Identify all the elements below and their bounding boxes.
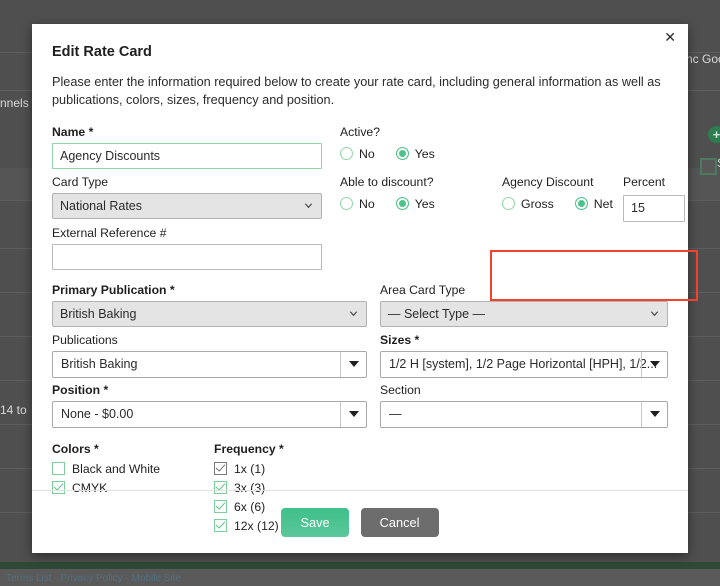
agency-discount-radio-gross[interactable] xyxy=(502,197,515,211)
background-checkbox[interactable] xyxy=(700,158,717,175)
sizes-label: Sizes * xyxy=(380,332,420,347)
position-label: Position * xyxy=(52,382,109,397)
background-sync-label: nc Goog xyxy=(686,52,720,66)
list-item[interactable]: 1x (1) xyxy=(214,462,284,476)
active-option-yes-label: Yes xyxy=(414,146,435,161)
page-footer: Terms List · Privacy Policy · Mobile Sit… xyxy=(0,562,720,586)
section-value: — xyxy=(389,407,402,422)
background-channels-label: nnels xyxy=(0,96,29,110)
caret-down-icon xyxy=(349,361,359,368)
publications-field-group: Publications British Baking xyxy=(52,333,367,378)
checkbox-black-and-white[interactable] xyxy=(52,462,65,476)
sizes-field-group: Sizes * 1/2 H [system], 1/2 Page Horizon… xyxy=(380,333,668,378)
caret-down-icon xyxy=(349,411,359,418)
modal-description: Please enter the information required be… xyxy=(52,75,661,108)
cancel-button[interactable]: Cancel xyxy=(360,507,439,537)
checkbox-1x[interactable] xyxy=(214,462,227,476)
agency-discount-option-net-label: Net xyxy=(593,196,613,211)
active-option-no-label: No xyxy=(359,146,375,161)
publication-section: Primary Publication * British Baking Are… xyxy=(52,283,668,438)
close-icon[interactable]: ✕ xyxy=(664,31,676,45)
agency-discount-label: Agency Discount xyxy=(502,174,594,189)
modal-footer: Save Cancel xyxy=(32,490,688,553)
able-to-discount-field-group: Able to discount? No Yes xyxy=(340,175,435,211)
area-card-type-label: Area Card Type xyxy=(380,282,466,297)
primary-publication-label: Primary Publication * xyxy=(52,282,175,297)
area-card-type-field-group: Area Card Type — Select Type — xyxy=(380,283,668,327)
position-field-group: Position * None - $0.00 xyxy=(52,383,367,428)
agency-discount-option-gross-label: Gross xyxy=(521,196,554,211)
position-select[interactable]: None - $0.00 xyxy=(52,400,367,428)
area-card-type-value: — Select Type — xyxy=(388,306,486,321)
section-field-group: Section — xyxy=(380,383,668,428)
caret-down-icon xyxy=(650,411,660,418)
footer-links[interactable]: Terms List · Privacy Policy · Mobile Sit… xyxy=(6,573,181,584)
publications-label: Publications xyxy=(52,332,118,347)
percent-field-group: Percent xyxy=(623,175,685,222)
area-card-type-select[interactable]: — Select Type — xyxy=(380,300,668,327)
section-label: Section xyxy=(380,382,421,397)
select-divider xyxy=(641,401,642,427)
sizes-value: 1/2 H [system], 1/2 Page Horizontal [HPH… xyxy=(389,357,658,372)
card-type-value: National Rates xyxy=(60,198,142,213)
external-reference-field-group: External Reference # xyxy=(52,226,322,270)
select-divider xyxy=(340,351,341,377)
position-value: None - $0.00 xyxy=(61,407,134,422)
able-to-discount-option-no-label: No xyxy=(359,196,375,211)
publications-value: British Baking xyxy=(61,357,138,372)
footer-accent-bar xyxy=(0,562,720,569)
external-reference-label: External Reference # xyxy=(52,225,167,240)
percent-input[interactable] xyxy=(623,194,685,222)
colors-label: Colors * xyxy=(52,441,99,456)
general-info-section: Name * Active? No Yes Card Type National xyxy=(52,125,698,301)
checkbox-label: Black and White xyxy=(72,461,161,476)
name-label: Name * xyxy=(52,124,94,139)
modal-body: Edit Rate Card Please enter the informat… xyxy=(32,24,698,533)
section-select[interactable]: — xyxy=(380,400,668,428)
select-divider xyxy=(641,351,642,377)
publications-select[interactable]: British Baking xyxy=(52,350,367,378)
frequency-label: Frequency * xyxy=(214,441,284,456)
card-type-label: Card Type xyxy=(52,174,109,189)
able-to-discount-label: Able to discount? xyxy=(340,174,434,189)
able-to-discount-radio-group: No Yes xyxy=(340,197,435,211)
chevron-down-icon xyxy=(304,203,313,209)
active-radio-group: No Yes xyxy=(340,147,435,161)
active-radio-yes[interactable] xyxy=(395,147,409,161)
checkbox-label: 1x (1) xyxy=(234,461,266,476)
select-divider xyxy=(340,401,341,427)
edit-rate-card-modal: ✕ Edit Rate Card Please enter the inform… xyxy=(32,24,698,553)
agency-discount-radio-net[interactable] xyxy=(574,197,588,211)
caret-down-icon xyxy=(650,361,660,368)
active-label: Active? xyxy=(340,124,380,139)
card-type-select[interactable]: National Rates xyxy=(52,192,322,219)
primary-publication-select[interactable]: British Baking xyxy=(52,300,367,327)
name-input[interactable] xyxy=(52,142,322,169)
card-type-field-group: Card Type National Rates xyxy=(52,175,322,219)
active-field-group: Active? No Yes xyxy=(340,125,435,161)
active-radio-no[interactable] xyxy=(340,147,353,161)
chevron-down-icon xyxy=(349,311,358,317)
able-to-discount-radio-yes[interactable] xyxy=(395,197,409,211)
able-to-discount-option-yes-label: Yes xyxy=(414,196,435,211)
sizes-select[interactable]: 1/2 H [system], 1/2 Page Horizontal [HPH… xyxy=(380,350,668,378)
add-icon[interactable]: + xyxy=(708,126,720,143)
agency-discount-field-group: Agency Discount Gross Net xyxy=(502,175,613,211)
chevron-down-icon xyxy=(650,311,659,317)
modal-title: Edit Rate Card xyxy=(52,44,152,60)
save-button[interactable]: Save xyxy=(281,507,349,537)
agency-discount-radio-group: Gross Net xyxy=(502,197,613,211)
name-field-group: Name * xyxy=(52,125,322,169)
primary-publication-field-group: Primary Publication * British Baking xyxy=(52,283,367,327)
primary-publication-value: British Baking xyxy=(60,306,137,321)
background-count-label: 14 to xyxy=(0,403,27,417)
able-to-discount-radio-no[interactable] xyxy=(340,197,353,211)
percent-label: Percent xyxy=(623,174,666,189)
list-item[interactable]: Black and White xyxy=(52,462,160,476)
external-reference-input[interactable] xyxy=(52,243,322,270)
